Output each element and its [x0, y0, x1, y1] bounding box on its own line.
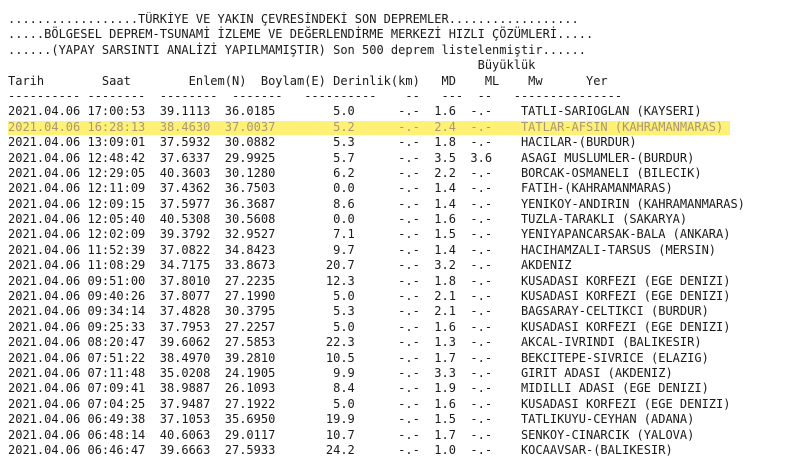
- table-row: 2021.04.06 09:34:14 37.4828 30.3795 5.3 …: [8, 304, 786, 319]
- row-text: 2021.04.06 11:08:29 34.7175 33.8673 20.7…: [8, 258, 572, 273]
- table-row: 2021.04.06 11:52:39 37.0822 34.8423 9.7 …: [8, 243, 786, 258]
- table-row: 2021.04.06 12:05:40 40.5308 30.5608 0.0 …: [8, 212, 786, 227]
- row-text: 2021.04.06 09:25:33 37.7953 27.2257 5.0 …: [8, 319, 731, 334]
- table-row: 2021.04.06 07:11:48 35.0208 24.1905 9.9 …: [8, 366, 786, 381]
- row-text: 2021.04.06 07:04:25 37.9487 27.1922 5.0 …: [8, 396, 731, 411]
- row-text: 2021.04.06 16:28:13 38.4630 37.0037 5.2 …: [8, 119, 724, 134]
- row-text: 2021.04.06 07:11:48 35.0208 24.1905 9.9 …: [8, 365, 673, 380]
- earthquake-list-document: ..................TÜRKİYE VE YAKIN ÇEVRE…: [8, 12, 786, 457]
- table-row: 2021.04.06 12:48:42 37.6337 29.9925 5.7 …: [8, 151, 786, 166]
- table-row: 2021.04.06 06:46:47 39.6663 27.5933 24.2…: [8, 443, 786, 457]
- table-row: 2021.04.06 09:51:00 37.8010 27.2235 12.3…: [8, 274, 786, 289]
- row-text: 2021.04.06 11:52:39 37.0822 34.8423 9.7 …: [8, 242, 717, 257]
- table-row: 2021.04.06 17:00:53 39.1113 36.0185 5.0 …: [8, 104, 786, 119]
- column-separator: ---------- -------- -------- ------- ---…: [8, 88, 623, 103]
- table-row: 2021.04.06 07:51:22 38.4970 39.2810 10.5…: [8, 351, 786, 366]
- table-row: 2021.04.06 11:08:29 34.7175 33.8673 20.7…: [8, 258, 786, 273]
- header-line-1: ..................TÜRKİYE VE YAKIN ÇEVRE…: [8, 12, 579, 26]
- row-text: 2021.04.06 12:48:42 37.6337 29.9925 5.7 …: [8, 150, 695, 165]
- row-text: 2021.04.06 06:49:38 37.1053 35.6950 19.9…: [8, 412, 695, 427]
- row-text: 2021.04.06 09:34:14 37.4828 30.3795 5.3 …: [8, 304, 709, 319]
- table-row: 2021.04.06 06:48:14 40.6063 29.0117 10.7…: [8, 428, 786, 443]
- table-row: 2021.04.06 12:09:15 37.5977 36.3687 8.6 …: [8, 197, 786, 212]
- header-line-2: .....BÖLGESEL DEPREM-TSUNAMİ İZLEME VE D…: [8, 27, 594, 42]
- table-row: 2021.04.06 12:29:05 40.3603 30.1280 6.2 …: [8, 166, 786, 181]
- row-text: 2021.04.06 08:20:47 39.6062 27.5853 22.3…: [8, 335, 702, 350]
- earthquake-rows: 2021.04.06 17:00:53 39.1113 36.0185 5.0 …: [8, 104, 786, 457]
- row-text: 2021.04.06 06:48:14 40.6063 29.0117 10.7…: [8, 427, 695, 442]
- row-text: 2021.04.06 12:05:40 40.5308 30.5608 0.0 …: [8, 212, 688, 227]
- row-text: 2021.04.06 12:09:15 37.5977 36.3687 8.6 …: [8, 196, 745, 211]
- table-row-highlighted: 2021.04.06 16:28:13 38.4630 37.0037 5.2 …: [8, 120, 786, 135]
- row-text: 2021.04.06 07:09:41 38.9887 26.1093 8.4 …: [8, 381, 709, 396]
- row-text: 2021.04.06 12:11:09 37.4362 36.7503 0.0 …: [8, 181, 673, 196]
- table-row: 2021.04.06 06:49:38 37.1053 35.6950 19.9…: [8, 412, 786, 427]
- table-row: 2021.04.06 12:02:09 39.3792 32.9527 7.1 …: [8, 227, 786, 242]
- row-text: 2021.04.06 12:29:05 40.3603 30.1280 6.2 …: [8, 165, 702, 180]
- table-row: 2021.04.06 13:09:01 37.5932 30.0882 5.3 …: [8, 135, 786, 150]
- row-text: 2021.04.06 07:51:22 38.4970 39.2810 10.5…: [8, 350, 709, 365]
- header-line-3: ......(YAPAY SARSINTI ANALİZİ YAPILMAMIŞ…: [8, 42, 586, 57]
- row-text: 2021.04.06 17:00:53 39.1113 36.0185 5.0 …: [8, 104, 702, 119]
- column-group-header: Büyüklük: [8, 58, 536, 73]
- row-text: 2021.04.06 09:51:00 37.8010 27.2235 12.3…: [8, 273, 731, 288]
- row-text: 2021.04.06 06:46:47 39.6663 27.5933 24.2…: [8, 442, 673, 457]
- row-text: 2021.04.06 12:02:09 39.3792 32.9527 7.1 …: [8, 227, 731, 242]
- row-text: 2021.04.06 09:40:26 37.8077 27.1990 5.0 …: [8, 289, 731, 304]
- table-row: 2021.04.06 07:04:25 37.9487 27.1922 5.0 …: [8, 397, 786, 412]
- table-row: 2021.04.06 09:40:26 37.8077 27.1990 5.0 …: [8, 289, 786, 304]
- table-row: 2021.04.06 09:25:33 37.7953 27.2257 5.0 …: [8, 320, 786, 335]
- column-headers: Tarih Saat Enlem(N) Boylam(E) Derinlik(k…: [8, 73, 608, 88]
- table-row: 2021.04.06 08:20:47 39.6062 27.5853 22.3…: [8, 335, 786, 350]
- table-row: 2021.04.06 07:09:41 38.9887 26.1093 8.4 …: [8, 381, 786, 396]
- row-text: 2021.04.06 13:09:01 37.5932 30.0882 5.3 …: [8, 135, 637, 150]
- table-row: 2021.04.06 12:11:09 37.4362 36.7503 0.0 …: [8, 181, 786, 196]
